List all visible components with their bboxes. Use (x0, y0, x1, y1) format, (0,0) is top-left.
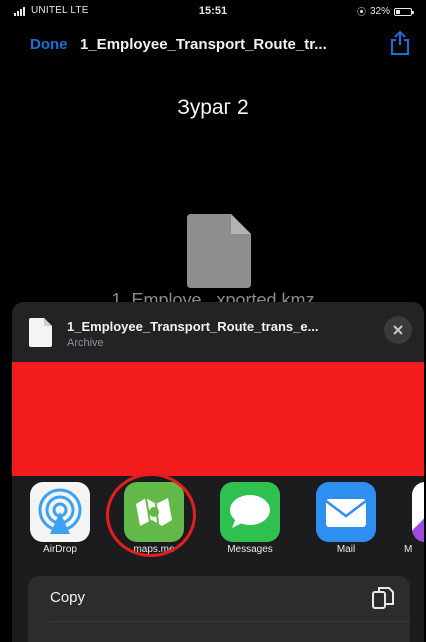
share-app-label: M (404, 544, 413, 555)
location-icon: ⦿ (356, 7, 366, 17)
mail-icon (316, 482, 376, 542)
file-icon (187, 214, 251, 288)
messages-icon (220, 482, 280, 542)
share-sheet: 1_Employee_Transport_Route_trans_e... Ar… (12, 302, 424, 642)
action-divider (50, 621, 410, 622)
maps-me-icon (124, 482, 184, 542)
airdrop-icon (30, 482, 90, 542)
share-apps-row: AirDrop maps.me Messages Mail M (12, 482, 424, 568)
share-app-label: AirDrop (43, 544, 77, 555)
battery-icon (394, 7, 414, 16)
share-file-type: Archive (67, 337, 104, 349)
share-icon[interactable] (388, 30, 412, 56)
share-file-name: 1_Employee_Transport_Route_trans_e... (67, 319, 319, 334)
preview-heading: Зураг 2 (177, 96, 249, 119)
share-app-label: Mail (336, 544, 356, 555)
battery-indicator: ⦿ 32% (356, 5, 414, 18)
copy-action[interactable]: Copy (28, 576, 410, 621)
share-app-maps-me[interactable]: maps.me (122, 482, 186, 568)
close-button[interactable] (384, 316, 412, 344)
close-icon (393, 325, 403, 335)
document-title: 1_Employee_Transport_Route_tr... (80, 36, 327, 53)
battery-percent: 32% (369, 6, 390, 17)
copy-label: Copy (50, 589, 86, 606)
status-bar: UNITEL LTE 15:51 ⦿ 32% (0, 0, 426, 22)
share-app-label: Messages (227, 544, 273, 555)
more-app-icon (412, 482, 424, 542)
share-app-messages[interactable]: Messages (218, 482, 282, 568)
share-app-airdrop[interactable]: AirDrop (28, 482, 92, 568)
redacted-contacts-row (12, 362, 424, 476)
copy-icon (372, 587, 394, 609)
nav-bar: Done 1_Employee_Transport_Route_tr... (0, 24, 426, 64)
action-list: Copy (28, 576, 410, 642)
share-app-mail[interactable]: Mail (314, 482, 378, 568)
share-app-more[interactable]: M (404, 482, 424, 568)
done-button[interactable]: Done (30, 36, 68, 53)
share-sheet-header: 1_Employee_Transport_Route_trans_e... Ar… (12, 302, 424, 362)
document-icon (29, 318, 52, 347)
share-app-label: maps.me (133, 544, 175, 555)
